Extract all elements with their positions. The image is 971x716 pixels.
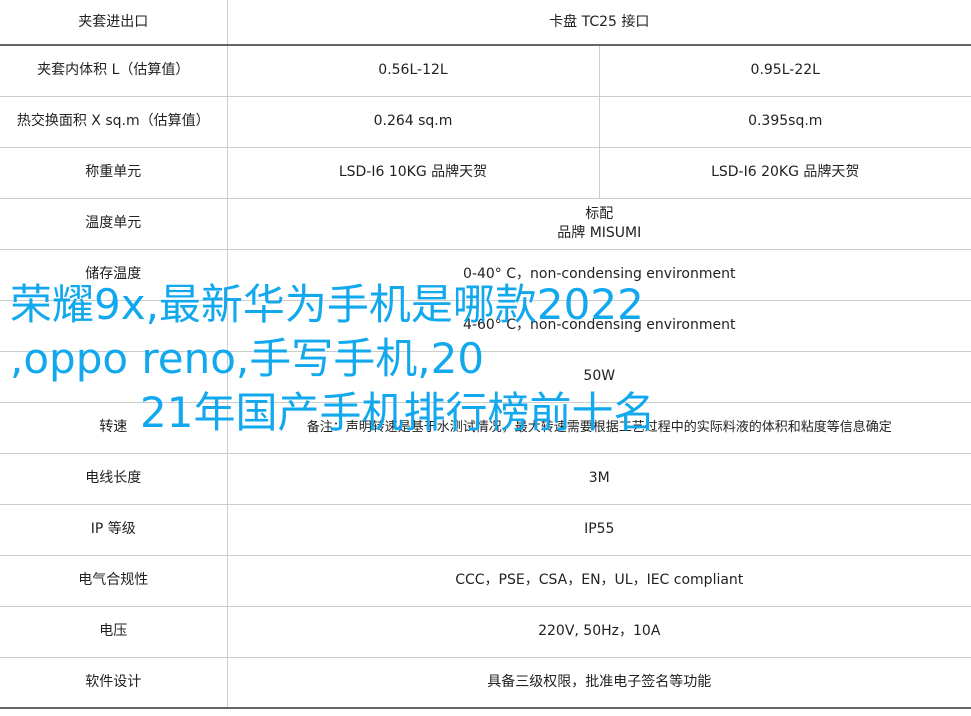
table-row: 4-60° C，non-condensing environment: [0, 300, 971, 352]
row-value: IP55: [227, 504, 971, 556]
spec-table: 夹套进出口 卡盘 TC25 接口 夹套内体积 L（估算值） 0.56L-12L …: [0, 0, 971, 709]
table-row: 称重单元 LSD-I6 10KG 品牌天贺 LSD-I6 20KG 品牌天贺: [0, 147, 971, 199]
table-row: 电线长度 3M: [0, 453, 971, 505]
row-label: 夹套内体积 L（估算值）: [0, 45, 228, 97]
table-row: 50W: [0, 351, 971, 403]
row-label: 储存温度: [0, 249, 228, 301]
table-row: 夹套进出口 卡盘 TC25 接口: [0, 0, 971, 46]
row-value-left: 0.264 sq.m: [227, 96, 600, 148]
row-value: 220V, 50Hz，10A: [227, 606, 971, 658]
table-row: 转速 备注：声明转速是基于水测试情况，最大转速需要根据工艺过程中的实际料液的体积…: [0, 402, 971, 454]
row-value: 50W: [227, 351, 971, 403]
row-label: 夹套进出口: [0, 0, 228, 46]
row-value: 标配 品牌 MISUMI: [227, 198, 971, 250]
row-value-right: 0.395sq.m: [599, 96, 971, 148]
row-label: 电压: [0, 606, 228, 658]
table-row: 电气合规性 CCC，PSE，CSA，EN，UL，IEC compliant: [0, 555, 971, 607]
row-label: 转速: [0, 402, 228, 454]
row-value-line2: 品牌 MISUMI: [557, 224, 642, 241]
row-label: IP 等级: [0, 504, 228, 556]
table-row: 电压 220V, 50Hz，10A: [0, 606, 971, 658]
row-value: 备注：声明转速是基于水测试情况，最大转速需要根据工艺过程中的实际料液的体积和粘度…: [227, 402, 971, 454]
row-label: 温度单元: [0, 198, 228, 250]
row-value-line1: 标配: [585, 205, 614, 222]
row-value: 4-60° C，non-condensing environment: [227, 300, 971, 352]
row-label: 称重单元: [0, 147, 228, 199]
row-label: 软件设计: [0, 657, 228, 709]
row-value: 卡盘 TC25 接口: [227, 0, 971, 46]
row-label: [0, 351, 228, 403]
row-value: CCC，PSE，CSA，EN，UL，IEC compliant: [227, 555, 971, 607]
row-label: 电线长度: [0, 453, 228, 505]
table-row: 温度单元 标配 品牌 MISUMI: [0, 198, 971, 250]
row-label: 热交换面积 X sq.m（估算值）: [0, 96, 228, 148]
row-value-right: LSD-I6 20KG 品牌天贺: [599, 147, 971, 199]
row-value: 0-40° C，non-condensing environment: [227, 249, 971, 301]
table-row: 热交换面积 X sq.m（估算值） 0.264 sq.m 0.395sq.m: [0, 96, 971, 148]
row-value-left: 0.56L-12L: [227, 45, 600, 97]
row-value: 具备三级权限，批准电子签名等功能: [227, 657, 971, 709]
row-label: [0, 300, 228, 352]
table-row: 储存温度 0-40° C，non-condensing environment: [0, 249, 971, 301]
row-value-right: 0.95L-22L: [599, 45, 971, 97]
table-row: 夹套内体积 L（估算值） 0.56L-12L 0.95L-22L: [0, 45, 971, 97]
row-label: 电气合规性: [0, 555, 228, 607]
row-value-left: LSD-I6 10KG 品牌天贺: [227, 147, 600, 199]
table-row: IP 等级 IP55: [0, 504, 971, 556]
table-row: 软件设计 具备三级权限，批准电子签名等功能: [0, 657, 971, 709]
row-value: 3M: [227, 453, 971, 505]
